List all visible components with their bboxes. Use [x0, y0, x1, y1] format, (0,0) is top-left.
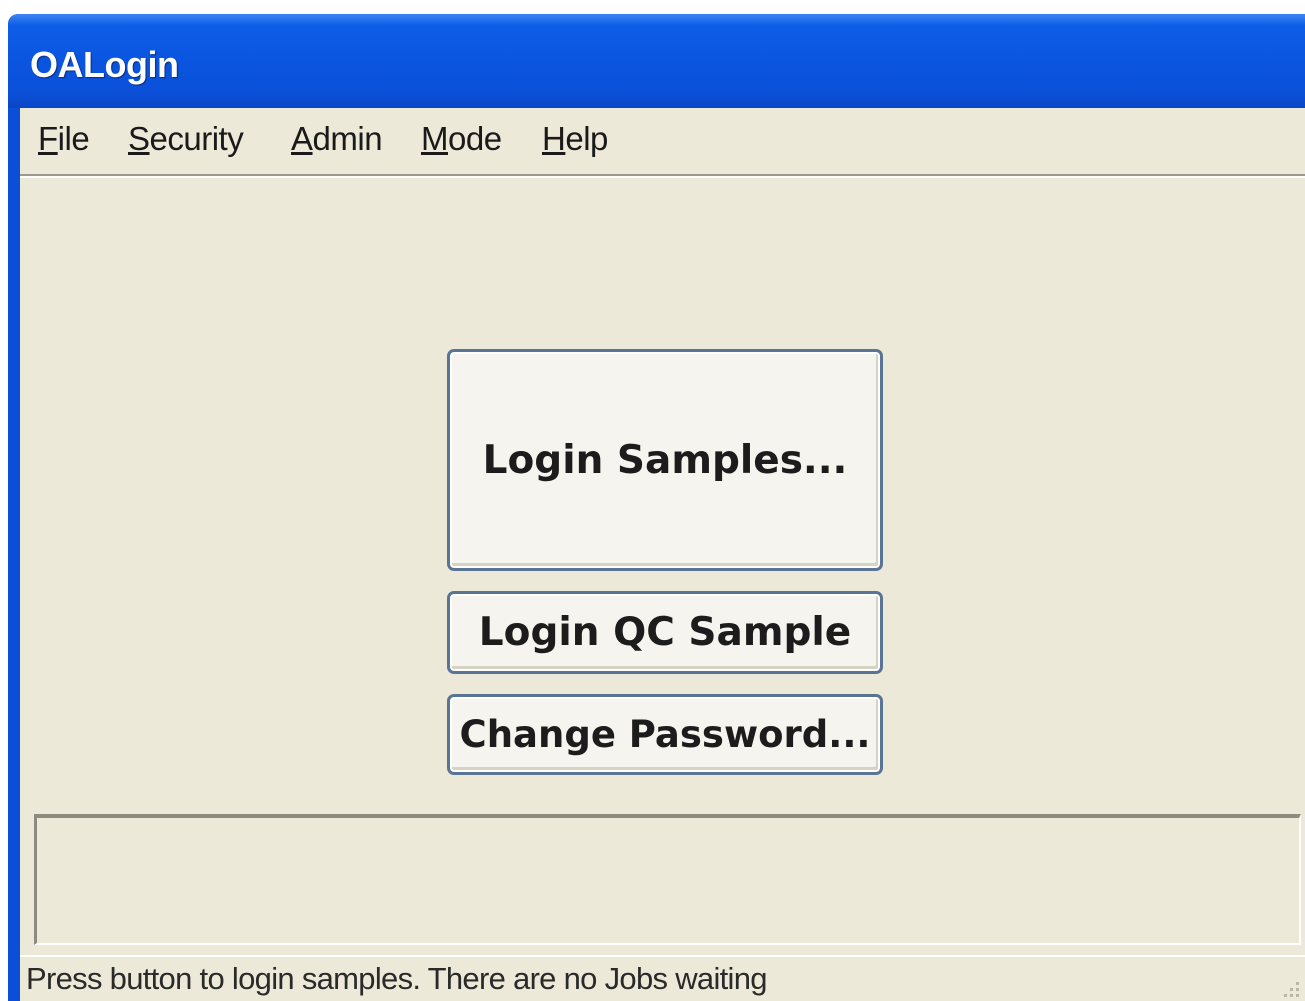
title-bar[interactable]: OALogin [8, 14, 1305, 108]
menu-mode-rest: ode [448, 120, 502, 157]
menu-bar: File Security Admin Mode Help [20, 108, 1305, 176]
menu-mode[interactable]: Mode [421, 120, 502, 158]
menu-mode-accel: M [421, 120, 449, 157]
menu-help-rest: elp [565, 120, 608, 157]
menu-divider [20, 176, 1305, 178]
menu-file-accel: F [38, 120, 58, 157]
login-qc-sample-button[interactable]: Login QC Sample [447, 591, 883, 674]
menu-admin[interactable]: Admin [291, 120, 383, 158]
resize-grip-icon[interactable] [1279, 977, 1301, 999]
window-title: OALogin [30, 44, 179, 85]
oalogin-window: OALogin File Security Admin Mode Help Lo… [8, 14, 1305, 1001]
status-bar: Press button to login samples. There are… [20, 955, 1305, 1001]
change-password-button[interactable]: Change Password... [447, 694, 883, 775]
menu-security-rest: ecurity [149, 120, 244, 157]
menu-security[interactable]: Security [128, 120, 244, 158]
login-samples-button[interactable]: Login Samples... [447, 349, 883, 571]
status-message: Press button to login samples. There are… [26, 961, 768, 996]
menu-help[interactable]: Help [542, 120, 608, 158]
jobs-panel [34, 814, 1301, 945]
menu-admin-accel: A [291, 120, 313, 157]
menu-file[interactable]: File [38, 120, 90, 158]
menu-file-rest: ile [57, 120, 90, 157]
menu-help-accel: H [542, 120, 566, 157]
menu-admin-rest: dmin [312, 120, 383, 157]
client-area: File Security Admin Mode Help Login Samp… [20, 108, 1305, 1001]
menu-security-accel: S [128, 120, 150, 157]
